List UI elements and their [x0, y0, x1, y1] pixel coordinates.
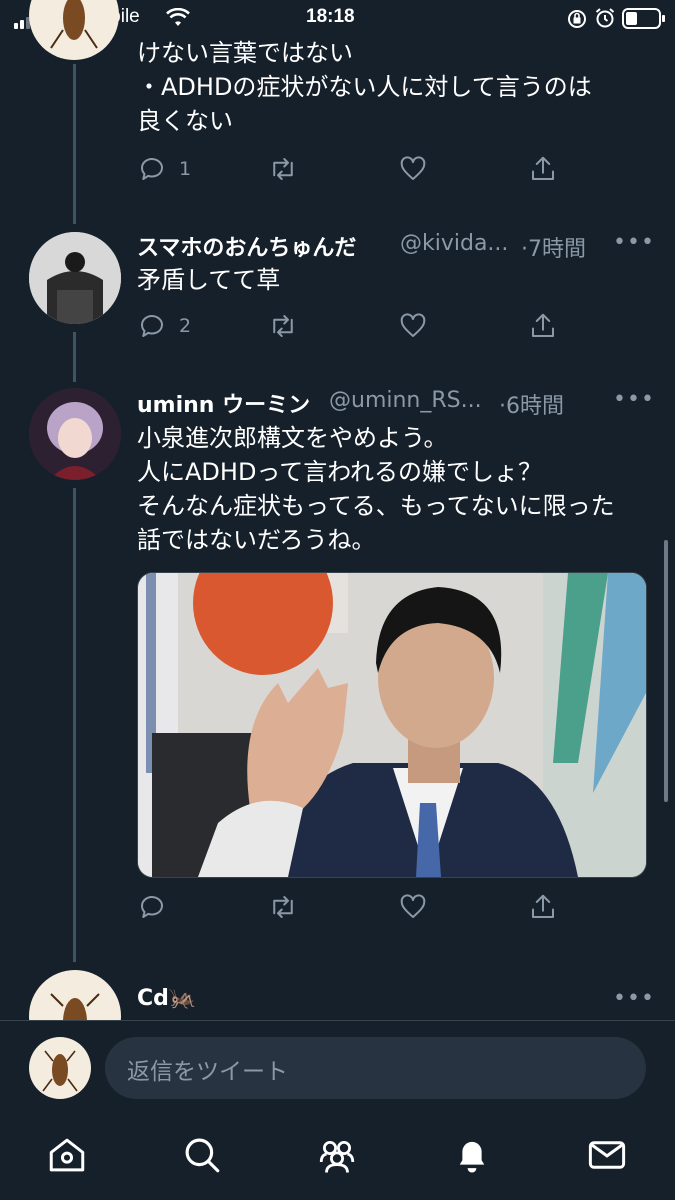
- divider: [0, 1020, 675, 1021]
- reply-icon: [141, 315, 163, 337]
- tweet-text-line: 人にADHDって言われるの嫌でしょ？: [137, 458, 543, 486]
- tweet-text-line: 小泉進次郎構文をやめよう。: [137, 424, 448, 452]
- tweet-time: ·7時間: [521, 237, 586, 262]
- more-options-button[interactable]: •••: [613, 387, 655, 412]
- share-icon: [532, 156, 554, 180]
- reply-icon: [141, 158, 163, 180]
- author-handle[interactable]: @kivida...: [400, 231, 508, 256]
- like-icon: [400, 894, 426, 918]
- reply-count: 2: [179, 315, 192, 337]
- thread-line: [73, 64, 76, 224]
- tweet-text-line: 矛盾してて草: [137, 266, 281, 294]
- share-button[interactable]: [528, 152, 558, 186]
- communities-icon[interactable]: [316, 1134, 358, 1180]
- retweet-button[interactable]: [268, 890, 298, 924]
- thread-line: [73, 332, 76, 382]
- tweet-text-line: そんなん症状もってる、もってないに限った: [137, 492, 615, 520]
- tweet-text-line: 話ではないだろうね。: [137, 526, 376, 554]
- reply-icon: [141, 896, 163, 918]
- like-button[interactable]: [398, 309, 428, 343]
- reply-input[interactable]: 返信をツイート: [105, 1037, 646, 1099]
- like-button[interactable]: [398, 152, 428, 186]
- reply-button[interactable]: 1: [137, 152, 191, 186]
- my-avatar[interactable]: [29, 1037, 91, 1099]
- share-icon: [532, 313, 554, 337]
- tweet-text-line: けない言葉ではない: [137, 39, 353, 67]
- like-button[interactable]: [398, 890, 428, 924]
- retweet-button[interactable]: [268, 309, 298, 343]
- reply-button[interactable]: 2: [137, 309, 191, 343]
- thread-line: [73, 488, 76, 962]
- share-button[interactable]: [528, 309, 558, 343]
- avatar[interactable]: [29, 970, 121, 1020]
- reply-button[interactable]: [137, 890, 179, 924]
- share-button[interactable]: [528, 890, 558, 924]
- search-icon[interactable]: [181, 1134, 223, 1180]
- tweet-photo[interactable]: [137, 572, 647, 878]
- battery-icon: [622, 8, 666, 34]
- tweet-partial: Cd🦗 •••: [0, 962, 675, 1020]
- like-icon: [400, 313, 426, 337]
- share-icon: [532, 894, 554, 918]
- clock: 18:18: [306, 6, 355, 27]
- tweet-text-line: ・ADHDの症状がない人に対して言うのは: [137, 73, 592, 101]
- scrollbar[interactable]: [664, 540, 668, 802]
- like-icon: [400, 156, 426, 180]
- tweet-text: けない言葉ではない ・ADHDの症状がない人に対して言うのは 良くない: [137, 36, 657, 138]
- notifications-icon[interactable]: [451, 1134, 493, 1180]
- alarm-icon: [594, 7, 616, 33]
- tweet-text: 小泉進次郎構文をやめよう。 人にADHDって言われるの嫌でしょ？ そんなん症状も…: [137, 421, 657, 557]
- avatar[interactable]: [29, 0, 119, 60]
- more-options-button[interactable]: •••: [613, 230, 655, 255]
- retweet-button[interactable]: [268, 152, 298, 186]
- bottom-nav: [0, 1120, 675, 1200]
- rotation-lock-icon: [566, 8, 588, 34]
- tweet-time: ·6時間: [499, 394, 564, 419]
- tweet-text-line: 良くない: [137, 107, 233, 135]
- avatar[interactable]: [29, 232, 121, 324]
- retweet-icon: [273, 315, 293, 337]
- tweet-header: スマホのおんちゅんだ @kivida... ·7時間 •••: [137, 230, 657, 262]
- avatar[interactable]: [29, 388, 121, 480]
- author-name[interactable]: uminn ウーミン: [137, 387, 310, 419]
- reply-placeholder: 返信をツイート: [127, 1059, 288, 1085]
- tweet-header: uminn ウーミン @uminn_RS... ·6時間 •••: [137, 387, 657, 419]
- retweet-icon: [273, 158, 293, 180]
- wifi-icon: [166, 7, 190, 32]
- author-handle[interactable]: @uminn_RS...: [329, 388, 482, 413]
- author-name[interactable]: スマホのおんちゅんだ: [137, 230, 356, 262]
- home-icon[interactable]: [46, 1134, 88, 1180]
- tweet-text: 矛盾してて草: [137, 263, 657, 297]
- reply-count: 1: [179, 158, 192, 180]
- retweet-icon: [273, 896, 293, 918]
- messages-icon[interactable]: [586, 1134, 628, 1180]
- author-name[interactable]: Cd🦗: [137, 986, 196, 1011]
- more-options-button[interactable]: •••: [613, 986, 655, 1011]
